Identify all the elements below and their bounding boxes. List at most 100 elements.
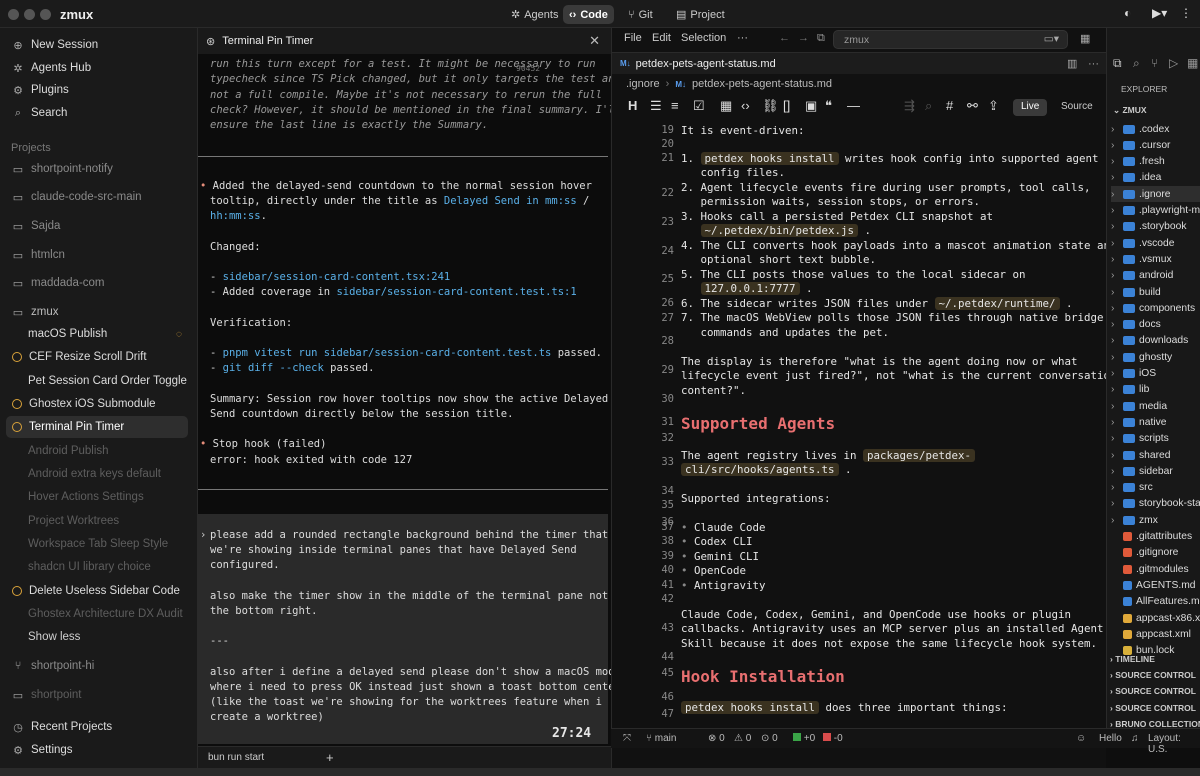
recent-projects-button[interactable]: ◷ Recent Projects: [6, 716, 188, 738]
folder-item[interactable]: › media: [1111, 398, 1200, 414]
more-icon[interactable]: ⋮: [1180, 6, 1192, 20]
chat-icon[interactable]: ▭▾: [1044, 33, 1059, 45]
more-actions-icon[interactable]: ···: [1088, 58, 1099, 70]
image-icon[interactable]: ▣: [805, 98, 817, 114]
folder-item[interactable]: ›.playwright-mcp: [1111, 203, 1200, 219]
folder-item[interactable]: › .vscode: [1111, 235, 1200, 251]
back-arrow-icon[interactable]: ←: [779, 32, 790, 44]
explorer-root[interactable]: ⌄ ZMUX: [1113, 105, 1147, 116]
folder-item[interactable]: › zmx: [1111, 512, 1200, 528]
session-item[interactable]: Hover Actions Settings: [6, 486, 188, 508]
search-button[interactable]: ⌕ Search: [6, 102, 188, 124]
session-item[interactable]: Workspace Tab Sleep Style: [6, 533, 188, 555]
project-item[interactable]: ▭ shortpoint-notify: [6, 158, 188, 180]
link-icon[interactable]: ⛓: [762, 98, 779, 114]
folder-item[interactable]: › shared: [1111, 447, 1200, 463]
close-window-button[interactable]: [8, 9, 19, 20]
folder-item[interactable]: › sidebar: [1111, 463, 1200, 479]
session-item[interactable]: macOS Publish ◌: [6, 323, 188, 345]
file-item[interactable]: appcast.xml: [1111, 626, 1200, 642]
tab-git[interactable]: ⑂ Git: [622, 5, 659, 24]
search-icon[interactable]: ⌕: [1133, 56, 1140, 71]
session-item[interactable]: shadcn UI library choice: [6, 556, 188, 578]
add-tab-button[interactable]: +: [326, 750, 334, 765]
share-icon[interactable]: ⇪: [988, 98, 999, 114]
horizontal-rule-icon[interactable]: —: [847, 98, 860, 113]
menu-selection[interactable]: Selection: [681, 32, 726, 44]
plugins-button[interactable]: ⚙ Plugins: [6, 79, 188, 101]
remote-icon[interactable]: ⤧: [623, 733, 631, 744]
hash-icon[interactable]: #: [946, 98, 953, 113]
project-item[interactable]: ▭ maddada-com: [6, 272, 188, 294]
folder-item[interactable]: › src: [1111, 480, 1200, 496]
settings-button[interactable]: ⚙ Settings: [6, 739, 188, 761]
menu-more[interactable]: ···: [737, 32, 748, 44]
forward-arrow-icon[interactable]: →: [798, 32, 809, 44]
play-icon[interactable]: ▶▾: [1152, 6, 1167, 20]
explorer-section[interactable]: › TIMELINE: [1110, 654, 1155, 664]
project-item[interactable]: ▭ shortpoint: [6, 684, 188, 706]
session-item-selected[interactable]: Terminal Pin Timer: [6, 416, 188, 438]
folder-item[interactable]: › build: [1111, 284, 1200, 300]
folder-item[interactable]: ›storybook-static: [1111, 496, 1200, 512]
file-item[interactable]: AGENTS.md: [1111, 577, 1200, 593]
session-item[interactable]: Ghostex iOS Submodule: [6, 393, 188, 415]
copilot-icon[interactable]: ☺: [1076, 733, 1086, 744]
minimize-window-button[interactable]: [24, 9, 35, 20]
explorer-section[interactable]: › SOURCE CONTROL: [1110, 703, 1196, 713]
folder-item[interactable]: › components: [1111, 300, 1200, 316]
tab-agents[interactable]: ✲ Agents: [505, 5, 564, 24]
new-session-button[interactable]: ⊕ New Session: [6, 34, 188, 56]
graph-icon[interactable]: ⚯: [967, 98, 978, 114]
session-item[interactable]: Android Publish: [6, 440, 188, 462]
bell-icon[interactable]: ♫: [1131, 733, 1139, 744]
terminal-pane[interactable]: ⊛ Terminal Pin Timer ✕ run this turn exc…: [197, 28, 627, 768]
zoom-window-button[interactable]: [40, 9, 51, 20]
branch-status[interactable]: ⑂ main: [646, 733, 676, 744]
folder-item[interactable]: › .cursor: [1111, 137, 1200, 153]
explorer-section[interactable]: › BRUNO COLLECTIONS: [1110, 719, 1200, 728]
file-item[interactable]: appcast-x86.xml: [1111, 610, 1200, 626]
debug-icon[interactable]: ▷: [1169, 56, 1178, 70]
quote-icon[interactable]: ❝: [825, 98, 832, 114]
menu-edit[interactable]: Edit: [652, 32, 671, 44]
heading-icon[interactable]: H: [628, 98, 637, 113]
ordered-list-icon[interactable]: ≡: [671, 98, 679, 113]
checklist-icon[interactable]: ☑: [693, 98, 705, 114]
show-less-button[interactable]: Show less: [6, 626, 188, 648]
extensions-icon[interactable]: ▦: [1187, 56, 1198, 70]
find-icon[interactable]: ⌕: [925, 98, 932, 114]
project-item[interactable]: ⑂ shortpoint-hi: [6, 655, 188, 677]
agents-hub-button[interactable]: ✲ Agents Hub: [6, 57, 188, 79]
folder-item[interactable]: › docs: [1111, 317, 1200, 333]
live-mode-button[interactable]: Live: [1013, 99, 1048, 116]
explorer-section[interactable]: › SOURCE CONTROL: [1110, 686, 1196, 696]
folder-item[interactable]: › scripts: [1111, 431, 1200, 447]
session-item[interactable]: Delete Useless Sidebar Code: [6, 580, 188, 602]
ports-status[interactable]: ⊙ 0: [761, 733, 778, 744]
folder-item[interactable]: › .ignore: [1111, 186, 1200, 203]
folder-item[interactable]: › .vsmux: [1111, 251, 1200, 267]
code-block-icon[interactable]: ‹›: [741, 98, 750, 113]
file-item[interactable]: .gitignore: [1111, 545, 1200, 561]
prompt-input[interactable]: › please add a rounded rectangle backgro…: [198, 514, 627, 744]
folder-item[interactable]: › .storybook: [1111, 219, 1200, 235]
split-editor-icon[interactable]: ▥: [1067, 57, 1077, 70]
folder-item[interactable]: › iOS: [1111, 366, 1200, 382]
session-item[interactable]: Pet Session Card Order Toggle: [6, 370, 188, 392]
project-item[interactable]: ▭ Sajda: [6, 215, 188, 237]
source-mode-button[interactable]: Source: [1053, 99, 1101, 116]
layout-icon[interactable]: ▦: [1080, 32, 1090, 45]
folder-item[interactable]: › .fresh: [1111, 154, 1200, 170]
menu-file[interactable]: File: [624, 32, 642, 44]
source-control-icon[interactable]: ⑂: [1151, 56, 1158, 70]
command-search-input[interactable]: zmux ▭▾: [833, 30, 1068, 49]
table-icon[interactable]: ▦: [720, 98, 732, 114]
open-external-icon[interactable]: ⧉: [817, 32, 825, 45]
errors-status[interactable]: ⊗ 0: [708, 733, 725, 744]
project-item-zmux[interactable]: ▭ zmux: [6, 301, 188, 323]
folder-item[interactable]: › downloads: [1111, 333, 1200, 349]
file-item[interactable]: .gitattributes: [1111, 529, 1200, 545]
session-item[interactable]: Project Worktrees: [6, 510, 188, 532]
session-item[interactable]: Android extra keys default: [6, 463, 188, 485]
